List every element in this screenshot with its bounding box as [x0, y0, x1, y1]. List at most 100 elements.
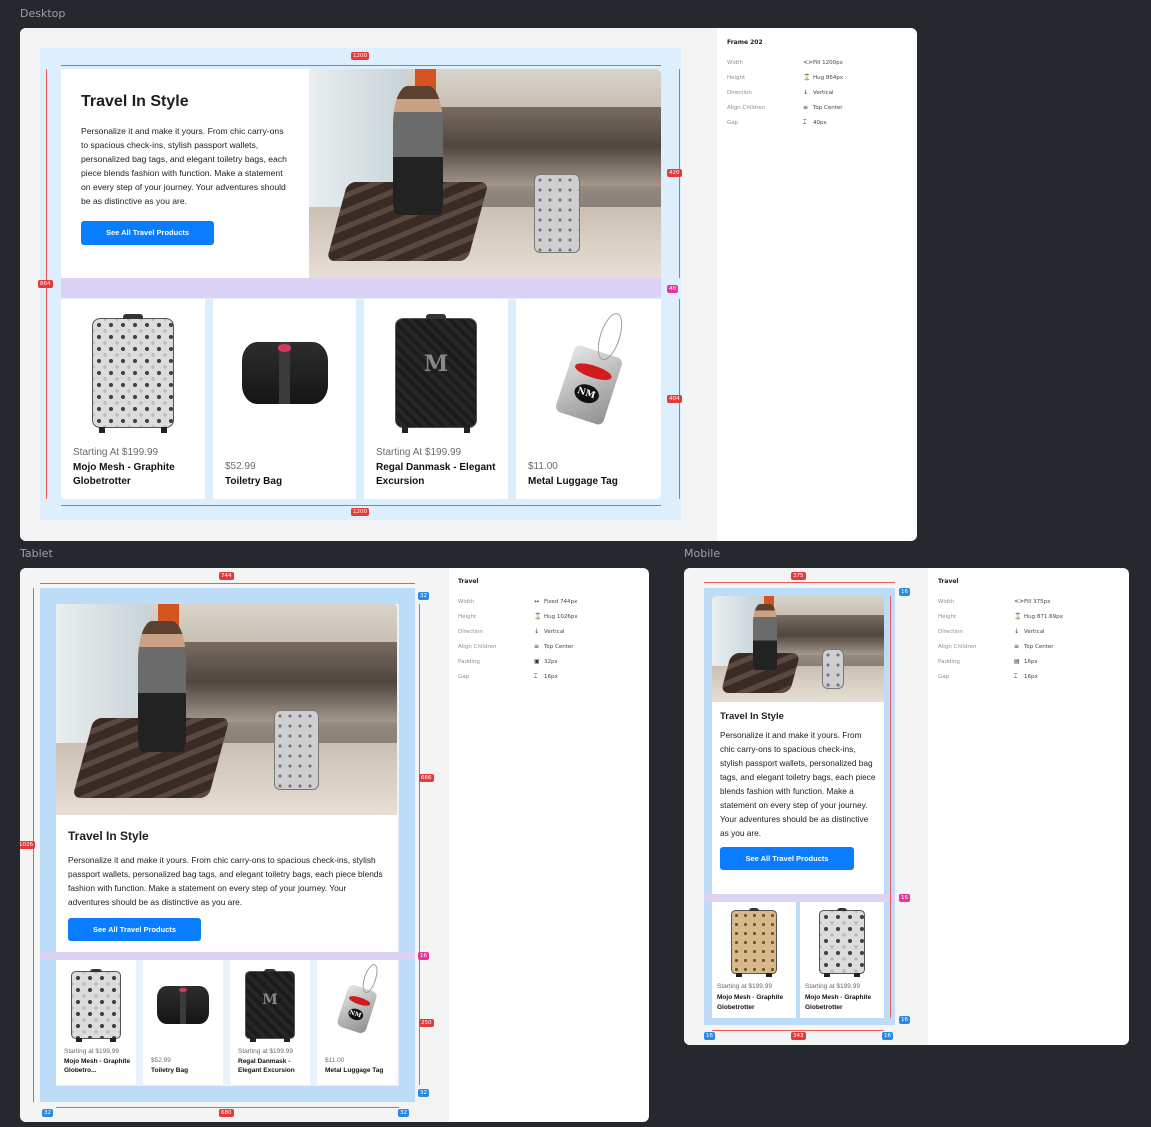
tablet-hero-text: Travel In Style Personalize it and make …: [56, 815, 397, 952]
product-price: $52.99: [151, 1057, 171, 1064]
prop-row[interactable]: Width ↔ Fixed 744px: [458, 594, 638, 609]
prop-row[interactable]: Height ⌛ Hug 1026px: [458, 609, 638, 624]
product-name[interactable]: Metal Luggage Tag: [325, 1066, 395, 1075]
product-image: M: [364, 311, 508, 435]
measure-tag: 1200: [351, 52, 369, 60]
product-card[interactable]: Starting at $199.99 Mojo Mesh - Graphite…: [56, 960, 136, 1085]
prop-row[interactable]: Align Children ≡ Top Center: [458, 639, 638, 654]
prop-row[interactable]: Gap ⌶ 40px: [727, 115, 907, 130]
product-image: NM: [516, 310, 661, 435]
product-price: $11.00: [325, 1057, 345, 1064]
measure-tag: 404: [667, 395, 682, 403]
product-price: Starting At $199.99: [73, 447, 159, 458]
product-name[interactable]: Mojo Mesh - Graphite Globetrotter: [717, 993, 795, 1013]
prop-row[interactable]: Height ⌛ Hug 864px: [727, 70, 907, 85]
desktop-gap-band: [61, 278, 661, 298]
product-name[interactable]: Regal Danmask - Elegant Excursion: [376, 461, 504, 489]
padding-icon: ▤: [1014, 658, 1020, 665]
product-image: [712, 906, 796, 978]
product-name[interactable]: Metal Luggage Tag: [528, 475, 656, 489]
product-image: M: [230, 966, 310, 1044]
hero-title: Travel In Style: [720, 711, 784, 722]
tablet-label: Tablet: [20, 547, 53, 560]
product-price: $52.99: [225, 461, 256, 472]
measure-tag: 16: [899, 894, 910, 902]
desktop-label: Desktop: [20, 7, 66, 20]
product-card[interactable]: Starting At $199.99 Mojo Mesh - Graphite…: [61, 299, 205, 499]
product-price: Starting at $199.99: [805, 983, 860, 990]
mobile-hero-text: Travel In Style Personalize it and make …: [712, 702, 884, 894]
prop-row[interactable]: Gap ⌶ 16px: [938, 669, 1118, 684]
product-card[interactable]: NM $11.00 Metal Luggage Tag: [317, 960, 397, 1085]
measure-tag: 32: [418, 592, 429, 600]
product-name[interactable]: Regal Danmask - Elegant Excursion: [238, 1057, 308, 1075]
product-card[interactable]: M Starting At $199.99 Regal Danmask - El…: [364, 299, 508, 499]
prop-row[interactable]: Align Children ≡ Top Center: [938, 639, 1118, 654]
width-icon: <>: [1014, 598, 1025, 605]
hero-image: [56, 604, 397, 815]
prop-row[interactable]: Direction ↓ Vertical: [727, 85, 907, 100]
measure-tag: 32: [42, 1109, 53, 1117]
product-name[interactable]: Toiletry Bag: [151, 1066, 221, 1075]
product-card[interactable]: Starting at $199.99 Mojo Mesh - Graphite…: [800, 902, 884, 1018]
product-card[interactable]: $52.99 Toiletry Bag: [213, 299, 356, 499]
prop-row[interactable]: Width <> Fill 1200px: [727, 55, 907, 70]
product-name[interactable]: Mojo Mesh - Graphite Globetrotter: [73, 461, 195, 489]
prop-row[interactable]: Padding ▣ 32px: [458, 654, 638, 669]
measure-tag: 680: [219, 1109, 234, 1117]
product-card[interactable]: M Starting at $199.99 Regal Danmask - El…: [230, 960, 310, 1085]
prop-row[interactable]: Width <> Fill 375px: [938, 594, 1118, 609]
measure-tag: 343: [791, 1032, 806, 1040]
prop-row[interactable]: Padding ▤ 16px: [938, 654, 1118, 669]
hero-title: Travel In Style: [68, 829, 149, 843]
prop-row[interactable]: Direction ↓ Vertical: [458, 624, 638, 639]
hero-title: Travel In Style: [81, 93, 189, 110]
see-all-travel-button[interactable]: See All Travel Products: [81, 221, 214, 245]
product-name[interactable]: Mojo Mesh - Graphite Globetro...: [64, 1057, 134, 1075]
height-icon: ⌛: [803, 74, 811, 81]
props-title: Travel: [458, 578, 479, 585]
guide-line: [61, 65, 661, 66]
measure-tag: 16: [899, 1016, 910, 1024]
product-card[interactable]: NM $11.00 Metal Luggage Tag: [516, 299, 661, 499]
measure-tag: 744: [219, 572, 234, 580]
align-icon: ≡: [803, 104, 809, 111]
hero-body: Personalize it and make it yours. From c…: [720, 730, 876, 838]
product-card[interactable]: Starting at $199.99 Mojo Mesh - Graphite…: [712, 902, 796, 1018]
product-image: [800, 906, 884, 978]
product-image: [61, 311, 205, 435]
product-card[interactable]: $52.99 Toiletry Bag: [143, 960, 223, 1085]
padding-icon: ▣: [534, 658, 540, 665]
product-image: [143, 966, 223, 1044]
measure-tag: 250: [419, 1019, 434, 1027]
guide-line: [712, 1030, 884, 1031]
prop-row[interactable]: Gap ⌶ 16px: [458, 669, 638, 684]
direction-icon: ↓: [534, 628, 540, 635]
measure-tag: 1200: [351, 508, 369, 516]
measure-tag: 32: [398, 1109, 409, 1117]
hero-image: [309, 69, 661, 278]
see-all-travel-button[interactable]: See All Travel Products: [68, 918, 201, 941]
align-icon: ≡: [1014, 643, 1020, 650]
prop-row[interactable]: Align Children ≡ Top Center: [727, 100, 907, 115]
product-price: Starting At $199.99: [376, 447, 462, 458]
product-name[interactable]: Mojo Mesh - Graphite Globetrotter: [805, 993, 883, 1013]
product-price: $11.00: [528, 461, 558, 472]
guide-line: [56, 1107, 399, 1108]
desktop-properties: Frame 202 Width <> Fill 1200px Height ⌛ Hug …: [727, 39, 907, 130]
tablet-gap-band: [40, 952, 415, 960]
measure-tag: 40: [667, 285, 678, 293]
tablet-panel: Travel In Style Personalize it and make …: [20, 568, 649, 1122]
mobile-gap-band: [704, 894, 895, 902]
align-icon: ≡: [534, 643, 540, 650]
hero-image: [712, 596, 884, 702]
measure-tag: 666: [419, 774, 434, 782]
product-name[interactable]: Toiletry Bag: [225, 475, 347, 489]
product-price: Starting at $199.99: [717, 983, 772, 990]
prop-row[interactable]: Height ⌛ Hug 871.69px: [938, 609, 1118, 624]
product-price: Starting at $199.99: [64, 1048, 119, 1055]
prop-row[interactable]: Direction ↓ Vertical: [938, 624, 1118, 639]
see-all-travel-button[interactable]: See All Travel Products: [720, 847, 854, 870]
gap-icon: ⌶: [1014, 672, 1018, 680]
guide-line: [40, 583, 415, 584]
